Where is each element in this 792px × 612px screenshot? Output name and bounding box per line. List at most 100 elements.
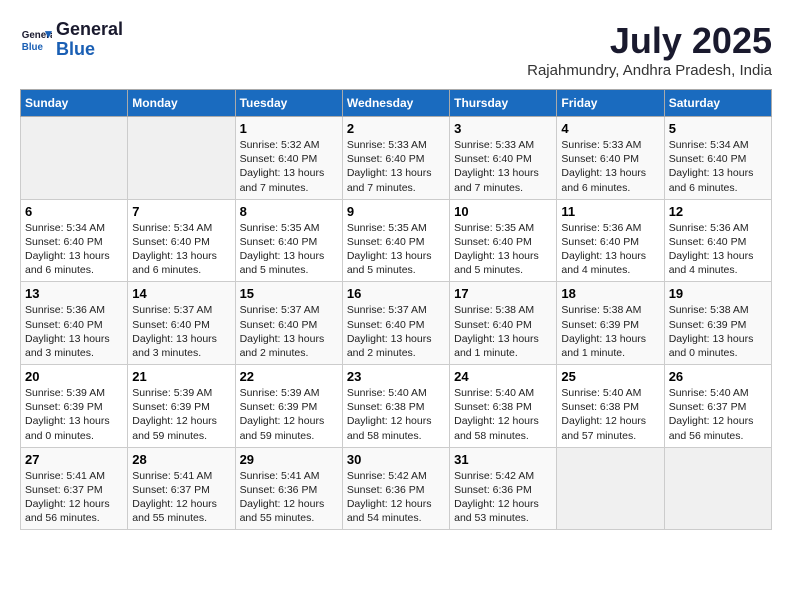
day-info: Sunrise: 5:39 AM Sunset: 6:39 PM Dayligh… <box>132 386 230 443</box>
calendar-cell: 15 Sunrise: 5:37 AM Sunset: 6:40 PM Dayli… <box>235 282 342 365</box>
calendar-cell <box>128 117 235 200</box>
calendar-cell: 27Sunrise: 5:41 AM Sunset: 6:37 PM Dayli… <box>21 447 128 530</box>
calendar-cell: 20 Sunrise: 5:39 AM Sunset: 6:39 PM Dayli… <box>21 365 128 448</box>
calendar-cell: 16 Sunrise: 5:37 AM Sunset: 6:40 PM Dayli… <box>342 282 449 365</box>
day-info: Sunrise: 5:34 AM Sunset: 6:40 PM Dayligh… <box>669 138 767 195</box>
calendar-cell: 5 Sunrise: 5:34 AM Sunset: 6:40 PM Daylig… <box>664 117 771 200</box>
calendar-cell: 30Sunrise: 5:42 AM Sunset: 6:36 PM Dayli… <box>342 447 449 530</box>
day-info: Sunrise: 5:38 AM Sunset: 6:39 PM Dayligh… <box>669 303 767 360</box>
day-info: Sunrise: 5:32 AM Sunset: 6:40 PM Dayligh… <box>240 138 338 195</box>
day-number: 12 <box>669 204 767 219</box>
calendar-cell: 19 Sunrise: 5:38 AM Sunset: 6:39 PM Dayli… <box>664 282 771 365</box>
calendar-cell: 22 Sunrise: 5:39 AM Sunset: 6:39 PM Dayli… <box>235 365 342 448</box>
logo-icon: General Blue <box>20 24 52 56</box>
weekday-header: Sunday <box>21 90 128 117</box>
calendar-table: SundayMondayTuesdayWednesdayThursdayFrid… <box>20 89 772 530</box>
weekday-header: Saturday <box>664 90 771 117</box>
calendar-cell: 7Sunrise: 5:34 AM Sunset: 6:40 PM Daylig… <box>128 199 235 282</box>
day-number: 6 <box>25 204 123 219</box>
logo: General Blue General Blue <box>20 20 123 60</box>
calendar-cell: 9 Sunrise: 5:35 AM Sunset: 6:40 PM Daylig… <box>342 199 449 282</box>
day-number: 19 <box>669 286 767 301</box>
location-subtitle: Rajahmundry, Andhra Pradesh, India <box>527 62 772 79</box>
weekday-header: Tuesday <box>235 90 342 117</box>
day-number: 18 <box>561 286 659 301</box>
day-info: Sunrise: 5:42 AM Sunset: 6:36 PM Dayligh… <box>454 469 552 526</box>
logo-line2: Blue <box>56 40 123 60</box>
day-info: Sunrise: 5:35 AM Sunset: 6:40 PM Dayligh… <box>454 221 552 278</box>
calendar-cell: 26Sunrise: 5:40 AM Sunset: 6:37 PM Dayli… <box>664 365 771 448</box>
day-number: 20 <box>25 369 123 384</box>
day-number: 25 <box>561 369 659 384</box>
day-number: 28 <box>132 452 230 467</box>
calendar-cell: 28 Sunrise: 5:41 AM Sunset: 6:37 PM Dayli… <box>128 447 235 530</box>
page-header: General Blue General Blue July 2025 Raja… <box>20 20 772 79</box>
day-info: Sunrise: 5:41 AM Sunset: 6:37 PM Dayligh… <box>25 469 123 526</box>
day-number: 10 <box>454 204 552 219</box>
day-number: 31 <box>454 452 552 467</box>
calendar-cell: 14Sunrise: 5:37 AM Sunset: 6:40 PM Dayli… <box>128 282 235 365</box>
calendar-cell <box>664 447 771 530</box>
logo-line1: General <box>56 20 123 40</box>
day-number: 9 <box>347 204 445 219</box>
calendar-cell: 6Sunrise: 5:34 AM Sunset: 6:40 PM Daylig… <box>21 199 128 282</box>
calendar-cell: 12 Sunrise: 5:36 AM Sunset: 6:40 PM Dayli… <box>664 199 771 282</box>
day-number: 13 <box>25 286 123 301</box>
day-info: Sunrise: 5:35 AM Sunset: 6:40 PM Dayligh… <box>347 221 445 278</box>
calendar-cell <box>557 447 664 530</box>
day-info: Sunrise: 5:35 AM Sunset: 6:40 PM Dayligh… <box>240 221 338 278</box>
day-number: 15 <box>240 286 338 301</box>
day-info: Sunrise: 5:36 AM Sunset: 6:40 PM Dayligh… <box>25 303 123 360</box>
day-info: Sunrise: 5:36 AM Sunset: 6:40 PM Dayligh… <box>669 221 767 278</box>
title-block: July 2025 Rajahmundry, Andhra Pradesh, I… <box>527 20 772 79</box>
calendar-cell: 24 Sunrise: 5:40 AM Sunset: 6:38 PM Dayli… <box>450 365 557 448</box>
day-info: Sunrise: 5:36 AM Sunset: 6:40 PM Dayligh… <box>561 221 659 278</box>
calendar-cell: 25Sunrise: 5:40 AM Sunset: 6:38 PM Dayli… <box>557 365 664 448</box>
calendar-cell: 11 Sunrise: 5:36 AM Sunset: 6:40 PM Dayli… <box>557 199 664 282</box>
calendar-cell: 29Sunrise: 5:41 AM Sunset: 6:36 PM Dayli… <box>235 447 342 530</box>
weekday-header: Friday <box>557 90 664 117</box>
svg-text:Blue: Blue <box>22 42 44 53</box>
calendar-cell: 23 Sunrise: 5:40 AM Sunset: 6:38 PM Dayli… <box>342 365 449 448</box>
day-number: 22 <box>240 369 338 384</box>
calendar-cell: 8 Sunrise: 5:35 AM Sunset: 6:40 PM Daylig… <box>235 199 342 282</box>
calendar-cell: 10 Sunrise: 5:35 AM Sunset: 6:40 PM Dayli… <box>450 199 557 282</box>
day-number: 24 <box>454 369 552 384</box>
calendar-cell: 4 Sunrise: 5:33 AM Sunset: 6:40 PM Daylig… <box>557 117 664 200</box>
calendar-cell: 31 Sunrise: 5:42 AM Sunset: 6:36 PM Dayli… <box>450 447 557 530</box>
calendar-cell: 17 Sunrise: 5:38 AM Sunset: 6:40 PM Dayli… <box>450 282 557 365</box>
day-number: 21 <box>132 369 230 384</box>
weekday-header: Monday <box>128 90 235 117</box>
day-info: Sunrise: 5:37 AM Sunset: 6:40 PM Dayligh… <box>240 303 338 360</box>
day-info: Sunrise: 5:40 AM Sunset: 6:37 PM Dayligh… <box>669 386 767 443</box>
day-number: 3 <box>454 121 552 136</box>
calendar-cell: 3Sunrise: 5:33 AM Sunset: 6:40 PM Daylig… <box>450 117 557 200</box>
day-number: 4 <box>561 121 659 136</box>
day-number: 16 <box>347 286 445 301</box>
day-info: Sunrise: 5:39 AM Sunset: 6:39 PM Dayligh… <box>240 386 338 443</box>
calendar-cell: 21 Sunrise: 5:39 AM Sunset: 6:39 PM Dayli… <box>128 365 235 448</box>
day-info: Sunrise: 5:41 AM Sunset: 6:37 PM Dayligh… <box>132 469 230 526</box>
month-title: July 2025 <box>527 20 772 62</box>
calendar-cell: 18Sunrise: 5:38 AM Sunset: 6:39 PM Dayli… <box>557 282 664 365</box>
weekday-header: Thursday <box>450 90 557 117</box>
day-number: 17 <box>454 286 552 301</box>
day-number: 8 <box>240 204 338 219</box>
calendar-cell: 1 Sunrise: 5:32 AM Sunset: 6:40 PM Daylig… <box>235 117 342 200</box>
day-number: 29 <box>240 452 338 467</box>
day-info: Sunrise: 5:38 AM Sunset: 6:40 PM Dayligh… <box>454 303 552 360</box>
day-info: Sunrise: 5:39 AM Sunset: 6:39 PM Dayligh… <box>25 386 123 443</box>
day-number: 11 <box>561 204 659 219</box>
day-info: Sunrise: 5:40 AM Sunset: 6:38 PM Dayligh… <box>454 386 552 443</box>
day-info: Sunrise: 5:37 AM Sunset: 6:40 PM Dayligh… <box>132 303 230 360</box>
day-number: 1 <box>240 121 338 136</box>
day-number: 5 <box>669 121 767 136</box>
day-number: 23 <box>347 369 445 384</box>
calendar-cell: 13 Sunrise: 5:36 AM Sunset: 6:40 PM Dayli… <box>21 282 128 365</box>
day-info: Sunrise: 5:40 AM Sunset: 6:38 PM Dayligh… <box>347 386 445 443</box>
day-number: 2 <box>347 121 445 136</box>
day-info: Sunrise: 5:33 AM Sunset: 6:40 PM Dayligh… <box>561 138 659 195</box>
day-info: Sunrise: 5:34 AM Sunset: 6:40 PM Dayligh… <box>132 221 230 278</box>
day-info: Sunrise: 5:42 AM Sunset: 6:36 PM Dayligh… <box>347 469 445 526</box>
day-info: Sunrise: 5:37 AM Sunset: 6:40 PM Dayligh… <box>347 303 445 360</box>
